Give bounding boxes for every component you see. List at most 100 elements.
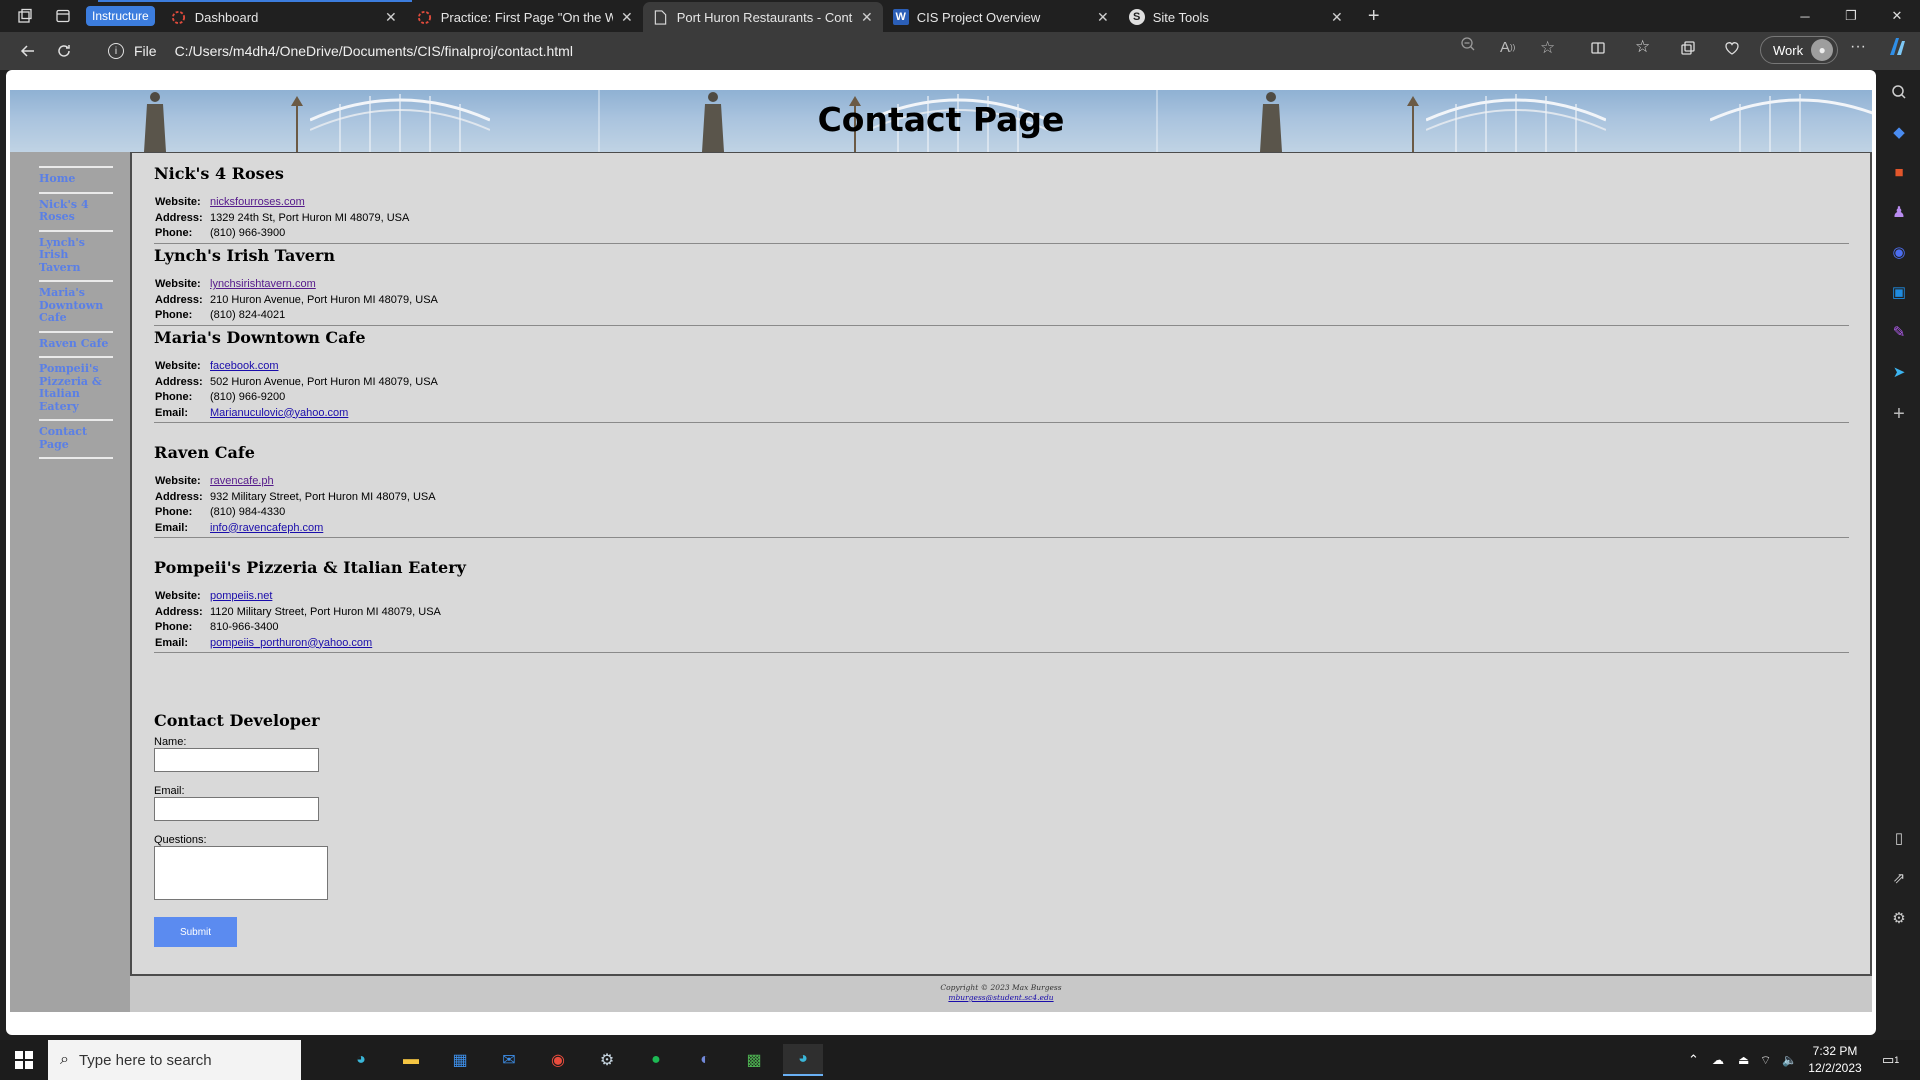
close-icon[interactable]: ✕ — [1331, 9, 1343, 26]
windows-start-icon[interactable] — [0, 1040, 48, 1080]
website-link[interactable]: ravencafe.ph — [210, 474, 274, 490]
phone-value: (810) 966-9200 — [210, 391, 286, 403]
address-url[interactable]: C:/Users/m4dh4/OneDrive/Documents/CIS/fi… — [175, 43, 573, 59]
name-field[interactable] — [154, 748, 319, 772]
minimize-icon[interactable]: ─ — [1782, 0, 1828, 32]
send-icon[interactable]: ➤ — [1887, 360, 1911, 384]
usb-icon[interactable]: ⏏ — [1738, 1040, 1749, 1080]
minecraft-icon[interactable]: ▩ — [734, 1044, 774, 1076]
section-divider — [154, 325, 1849, 326]
window-close-icon[interactable]: ✕ — [1874, 0, 1920, 32]
restaurant-section: Nick's 4 Roses Website: nicksfourroses.co… — [154, 164, 1849, 244]
add-icon[interactable]: + — [1887, 402, 1911, 426]
address-bar[interactable]: i File C:/Users/m4dh4/OneDrive/Documents… — [108, 36, 1548, 66]
copilot-icon[interactable] — [1884, 35, 1908, 59]
edge-icon[interactable]: ◕ — [341, 1044, 381, 1076]
close-icon[interactable]: ✕ — [385, 9, 397, 26]
tab-cis-project[interactable]: W CIS Project Overview ✕ — [883, 2, 1119, 32]
restaurant-details: Website: facebook.com Address: 502 Huron A… — [155, 359, 438, 421]
email-field[interactable] — [154, 797, 319, 821]
taskbar-search-placeholder: Type here to search — [78, 1051, 212, 1069]
new-tab-icon[interactable]: + — [1359, 1, 1389, 31]
website-link[interactable]: lynchsirishtavern.com — [210, 277, 316, 293]
microsoft-365-icon[interactable]: ◉ — [1887, 240, 1911, 264]
restore-icon[interactable]: ❐ — [1828, 0, 1874, 32]
discord-icon[interactable]: ◐ — [685, 1044, 725, 1076]
favorite-star-icon[interactable]: ☆ — [1540, 38, 1555, 58]
site-info-icon[interactable]: i — [108, 43, 124, 59]
search-icon[interactable] — [1887, 80, 1911, 104]
shopping-tag-icon[interactable]: ◆ — [1887, 120, 1911, 144]
close-icon[interactable]: ✕ — [1097, 9, 1109, 26]
footer-email-link[interactable]: mburgess@student.sc4.edu — [948, 993, 1053, 1002]
steam-icon[interactable]: ⚙ — [587, 1044, 627, 1076]
section-divider — [154, 652, 1849, 653]
tab-dashboard[interactable]: Dashboard ✕ — [161, 2, 407, 32]
taskbar-clock[interactable]: 7:32 PM 12/2/2023 — [1800, 1043, 1870, 1077]
browser-toolbar: i File C:/Users/m4dh4/OneDrive/Documents… — [0, 32, 1920, 70]
website-link[interactable]: facebook.com — [210, 359, 278, 375]
tab-site-tools[interactable]: S Site Tools ✕ — [1119, 2, 1353, 32]
email-link[interactable]: pompeiis_porthuron@yahoo.com — [210, 636, 372, 652]
tab-title: Site Tools — [1152, 9, 1209, 25]
close-icon[interactable]: ✕ — [621, 9, 633, 26]
section-divider — [154, 243, 1849, 244]
more-icon[interactable]: ··· — [1850, 38, 1866, 56]
favorites-icon[interactable]: ☆ — [1635, 37, 1650, 57]
chrome-icon[interactable]: ◉ — [538, 1044, 578, 1076]
outlook-icon[interactable]: ▣ — [1887, 280, 1911, 304]
edge-active-icon[interactable]: ◕ — [783, 1044, 823, 1076]
website-label: Website: — [155, 590, 201, 602]
collections-icon[interactable] — [1680, 40, 1696, 56]
taskbar-search[interactable]: ⌕ Type here to search — [48, 1040, 301, 1080]
designer-icon[interactable]: ✎ — [1887, 320, 1911, 344]
profile-button[interactable]: Work ● — [1760, 36, 1839, 64]
address-value: 1120 Military Street, Port Huron MI 4807… — [210, 605, 441, 618]
windows-taskbar: ⌕ Type here to search ◕ ▬ ▦ ✉ ◉ ⚙ ● ◐ ▩ … — [0, 1040, 1920, 1080]
file-explorer-icon[interactable]: ▬ — [391, 1044, 431, 1076]
email-link[interactable]: Marianuculovic@yahoo.com — [210, 406, 348, 422]
profile-label: Work — [1773, 42, 1804, 58]
notification-icon[interactable]: ▭ 1 — [1882, 1040, 1899, 1080]
nav-link-raven-cafe[interactable]: Raven Cafe — [39, 330, 113, 357]
tab-group-label[interactable]: Instructure — [86, 6, 155, 26]
tab-contact-page[interactable]: Port Huron Restaurants - Contact ✕ — [642, 2, 883, 32]
questions-textarea[interactable] — [154, 846, 328, 900]
close-icon[interactable]: ✕ — [861, 9, 873, 26]
settings-icon[interactable]: ⚙ — [1887, 906, 1911, 930]
split-screen-icon[interactable] — [1590, 40, 1606, 56]
page-banner: Contact Page — [10, 90, 1872, 152]
spotify-icon[interactable]: ● — [636, 1044, 676, 1076]
workspaces-icon[interactable] — [10, 1, 40, 31]
read-aloud-icon[interactable]: A)) — [1500, 39, 1515, 56]
store-icon[interactable]: ▦ — [440, 1044, 480, 1076]
open-external-icon[interactable]: ⇗ — [1887, 866, 1911, 890]
tab-actions-icon[interactable] — [48, 1, 78, 31]
email-link[interactable]: info@ravencafeph.com — [210, 521, 323, 537]
nav-link-marias-downtown-cafe[interactable]: Maria's Downtown Cafe — [39, 280, 113, 331]
sidebar-layout-icon[interactable]: ▯ — [1887, 826, 1911, 850]
games-icon[interactable]: ♟ — [1887, 200, 1911, 224]
onedrive-icon[interactable]: ☁ — [1712, 1040, 1724, 1080]
page-footer: Copyright © 2023 Max Burgess mburgess@st… — [130, 976, 1872, 1012]
website-link[interactable]: nicksfourroses.com — [210, 195, 305, 211]
submit-button[interactable]: Submit — [154, 917, 237, 947]
network-icon[interactable]: ⌔ — [1760, 1040, 1771, 1080]
refresh-icon[interactable] — [46, 36, 82, 66]
zoom-icon[interactable] — [1460, 36, 1476, 52]
nav-link-home[interactable]: Home — [39, 166, 113, 192]
nav-link-pompeiis[interactable]: Pompeii's Pizzeria & Italian Eatery — [39, 356, 113, 419]
restaurant-details: Website: lynchsirishtavern.com Address: 21… — [155, 277, 438, 324]
tab-practice[interactable]: Practice: First Page "On the Web" ✕ — [407, 2, 643, 32]
nav-link-nicks-4-roses[interactable]: Nick's 4 Roses — [39, 191, 113, 230]
email-label: Email: — [154, 785, 185, 797]
volume-icon[interactable]: 🔈 — [1782, 1040, 1797, 1080]
website-link[interactable]: pompeiis.net — [210, 589, 272, 605]
nav-link-lynchs-irish-tavern[interactable]: Lynch's Irish Tavern — [39, 229, 113, 281]
mail-icon[interactable]: ✉ — [489, 1044, 529, 1076]
nav-link-contact-page[interactable]: Contact Page — [39, 419, 113, 459]
tools-icon[interactable]: ■ — [1887, 160, 1911, 184]
tray-overflow-icon[interactable]: ⌃ — [1688, 1040, 1699, 1080]
back-icon[interactable] — [10, 36, 46, 66]
browser-essentials-icon[interactable] — [1724, 40, 1740, 56]
